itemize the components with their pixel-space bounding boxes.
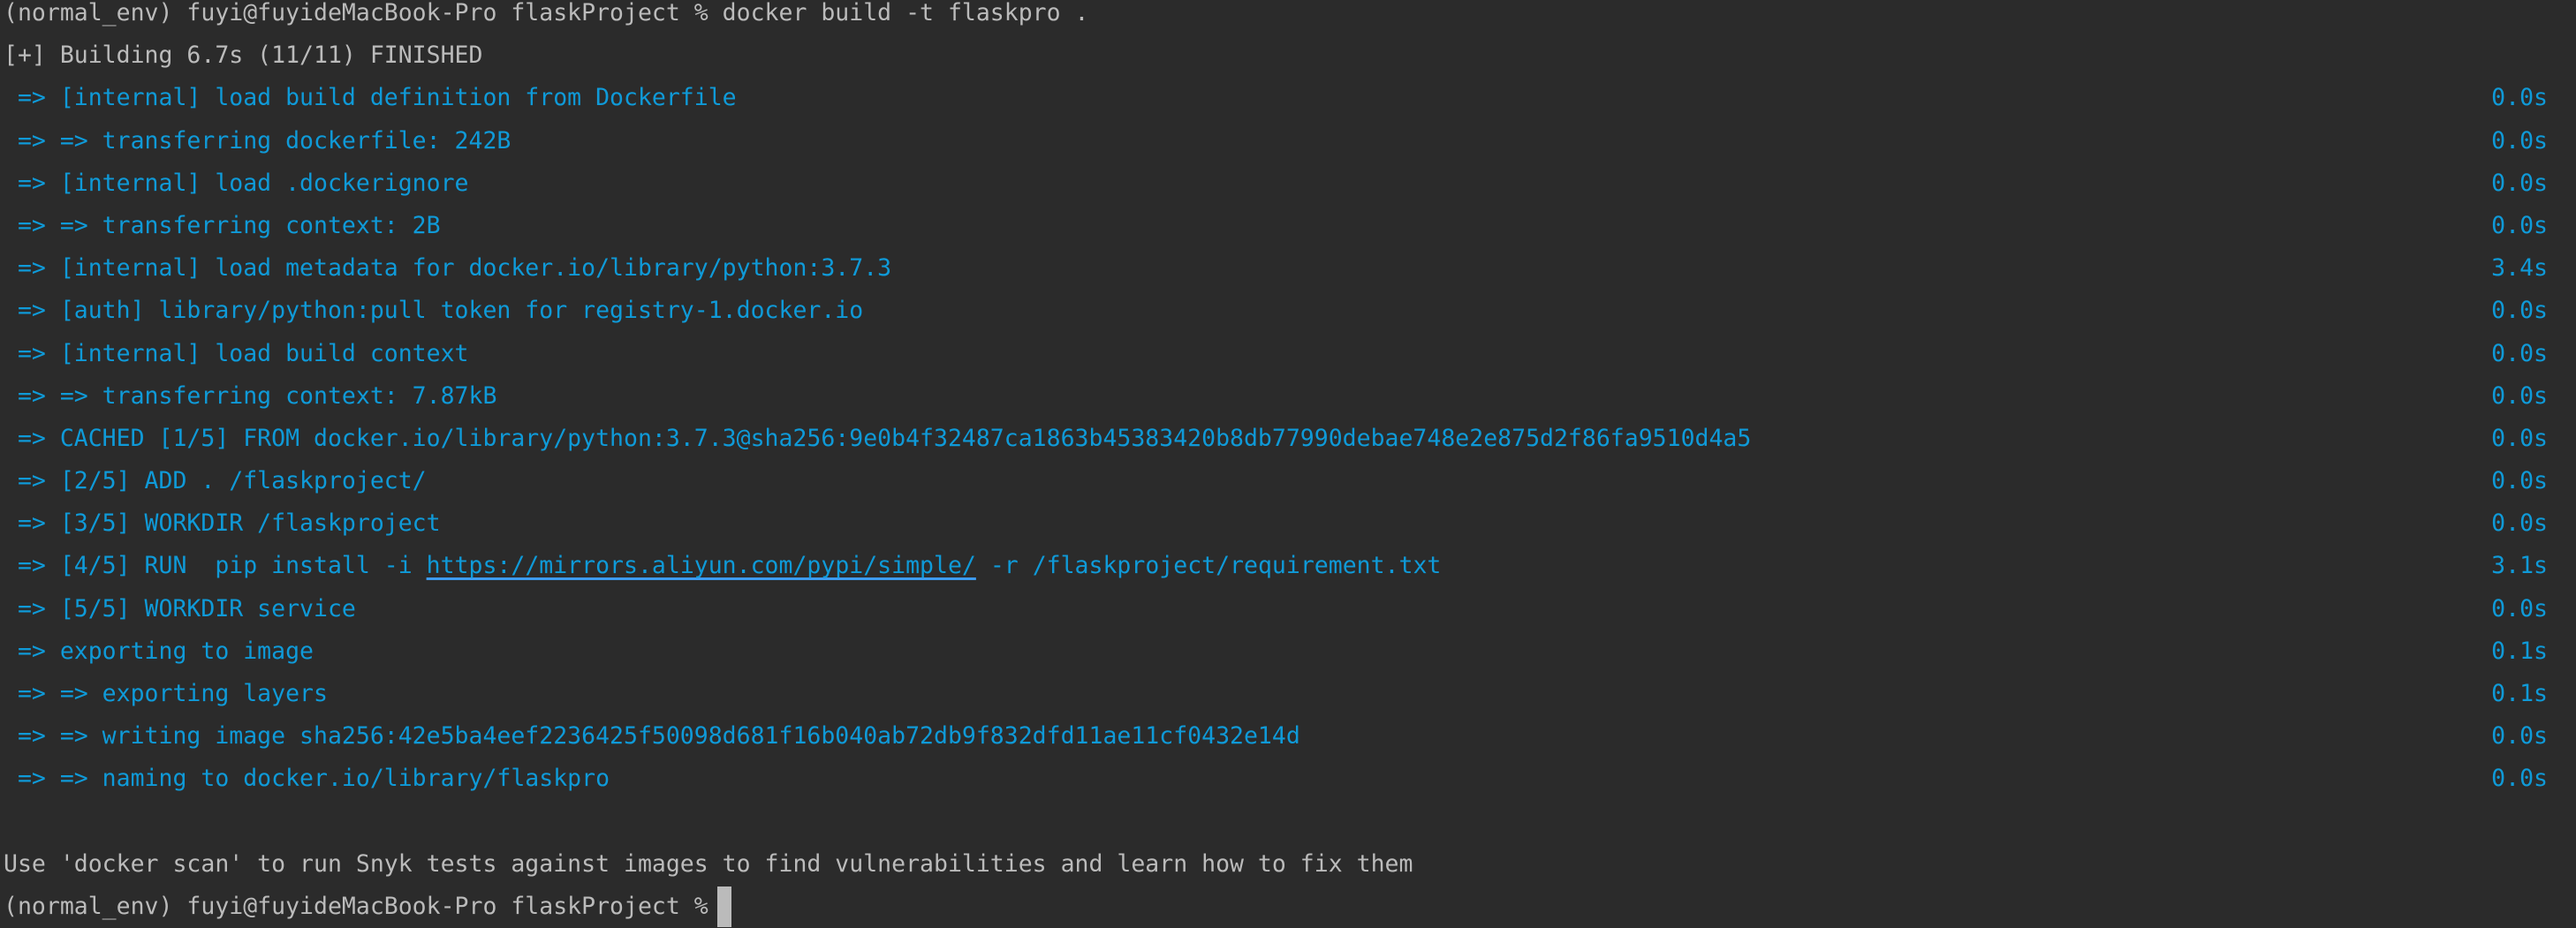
prompt-line: (normal_env) fuyi@fuyideMacBook-Pro flas…	[4, 886, 2576, 928]
step-duration: 0.0s	[2491, 467, 2548, 495]
step-duration: 3.4s	[2491, 254, 2548, 283]
step-duration: 0.1s	[2491, 680, 2548, 707]
terminal-line: => => exporting layers 0.1s	[4, 673, 2576, 715]
step-duration: 3.1s	[2491, 552, 2548, 580]
line-text: => exporting to image	[4, 637, 314, 665]
terminal-line: => [internal] load .dockerignore 0.0s	[4, 162, 2576, 205]
step-duration: 0.1s	[2491, 637, 2548, 665]
text-cursor[interactable]	[716, 887, 731, 928]
terminal-line: => => transferring dockerfile: 242B 0.0s	[4, 120, 2576, 162]
line-text: => [4/5] RUN pip install -i	[4, 552, 427, 580]
step-duration: 0.0s	[2491, 594, 2548, 622]
line-text: (normal_env) fuyi@fuyideMacBook-Pro flas…	[4, 892, 708, 920]
step-duration: 0.0s	[2491, 509, 2548, 538]
terminal-line: => [internal] load metadata for docker.i…	[4, 247, 2576, 290]
terminal-line: => CACHED [1/5] FROM docker.io/library/p…	[4, 418, 2576, 460]
terminal-line: => => transferring context: 2B 0.0s	[4, 205, 2576, 247]
line-text: => [internal] load build context	[4, 339, 469, 367]
line-text: => CACHED [1/5] FROM docker.io/library/p…	[4, 424, 1752, 452]
line-text: => [internal] load .dockerignore	[4, 169, 469, 197]
line-text: (normal_env) fuyi@fuyideMacBook-Pro flas…	[4, 0, 1089, 26]
terminal-line: => [2/5] ADD . /flaskproject/0.0s	[4, 460, 2576, 502]
terminal-line: => [internal] load build definition from…	[4, 77, 2576, 119]
step-duration: 0.0s	[2491, 339, 2548, 367]
line-text: => => transferring context: 7.87kB	[4, 381, 497, 410]
step-duration: 0.0s	[2491, 424, 2548, 452]
step-duration: 0.0s	[2491, 211, 2548, 239]
terminal-line: => => writing image sha256:42e5ba4eef223…	[4, 715, 2576, 758]
terminal-line: => [3/5] WORKDIR /flaskproject 0.0s	[4, 502, 2576, 545]
terminal-line: => [auth] library/python:pull token for …	[4, 290, 2576, 332]
terminal-line: => exporting to image 0.1s	[4, 630, 2576, 673]
terminal-line: => [5/5] WORKDIR service 0.0s	[4, 588, 2576, 630]
line-text: => [auth] library/python:pull token for …	[4, 297, 864, 325]
line-text: => => writing image sha256:42e5ba4eef223…	[4, 722, 1300, 751]
terminal-line: => [4/5] RUN pip install -i https://mirr…	[4, 545, 2576, 587]
step-duration: 0.0s	[2491, 84, 2548, 112]
url-link[interactable]: https://mirrors.aliyun.com/pypi/simple/	[427, 552, 976, 579]
terminal-line: [+] Building 6.7s (11/11) FINISHED	[4, 34, 2576, 77]
line-text-suffix: -r /flaskproject/requirement.txt	[975, 552, 1442, 580]
line-text: => [5/5] WORKDIR service	[4, 594, 356, 622]
line-text: [+] Building 6.7s (11/11) FINISHED	[4, 41, 483, 70]
terminal-line: (normal_env) fuyi@fuyideMacBook-Pro flas…	[4, 0, 2576, 34]
step-duration: 0.0s	[2491, 765, 2548, 793]
line-text: => [internal] load build definition from…	[4, 84, 737, 112]
terminal-line: => => transferring context: 7.87kB 0.0s	[4, 375, 2576, 418]
line-text: Use 'docker scan' to run Snyk tests agai…	[4, 849, 1413, 878]
terminal-line: => => naming to docker.io/library/flaskp…	[4, 758, 2576, 800]
line-text: => => exporting layers	[4, 680, 328, 707]
line-text: => => naming to docker.io/library/flaskp…	[4, 765, 610, 793]
step-duration: 0.0s	[2491, 126, 2548, 155]
line-text: => => transferring context: 2B	[4, 211, 441, 239]
step-duration: 0.0s	[2491, 381, 2548, 410]
terminal-line: => [internal] load build context 0.0s	[4, 333, 2576, 375]
step-duration: 0.0s	[2491, 169, 2548, 197]
step-duration: 0.0s	[2491, 297, 2548, 325]
terminal-line: Use 'docker scan' to run Snyk tests agai…	[4, 843, 2576, 886]
line-text: => => transferring dockerfile: 242B	[4, 126, 511, 155]
terminal-output[interactable]: (normal_env) fuyi@fuyideMacBook-Pro flas…	[4, 0, 2576, 928]
line-text: => [3/5] WORKDIR /flaskproject	[4, 509, 441, 538]
line-text: => [internal] load metadata for docker.i…	[4, 254, 892, 283]
line-text: => [2/5] ADD . /flaskproject/	[4, 467, 427, 495]
step-duration: 0.0s	[2491, 722, 2548, 751]
